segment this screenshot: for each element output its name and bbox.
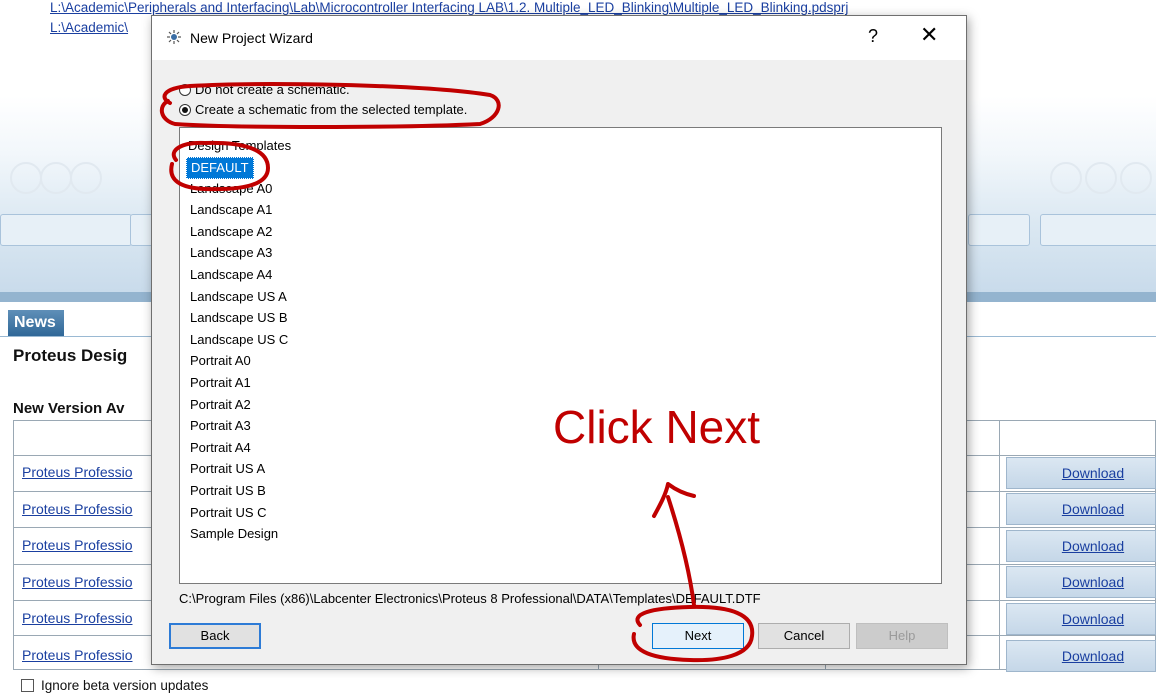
help-button[interactable]: Help xyxy=(856,623,948,649)
product-link[interactable]: Proteus Professio xyxy=(22,464,133,480)
help-icon[interactable]: ? xyxy=(868,26,878,47)
template-schematic-option[interactable]: Create a schematic from the selected tem… xyxy=(179,102,467,117)
wizard-icon xyxy=(167,30,181,44)
new-project-wizard-dialog: New Project Wizard ? ✕ Do not create a s… xyxy=(151,15,967,665)
template-item[interactable]: Landscape A3 xyxy=(188,243,274,263)
download-button[interactable]: Download xyxy=(1006,640,1156,672)
new-version-heading: New Version Av xyxy=(13,400,125,417)
template-item[interactable]: Portrait US B xyxy=(188,481,268,501)
dialog-title: New Project Wizard xyxy=(190,30,313,46)
template-item[interactable]: Sample Design xyxy=(188,524,280,544)
ignore-beta-option[interactable]: Ignore beta version updates xyxy=(21,678,208,693)
template-item[interactable]: Landscape US C xyxy=(188,330,290,350)
click-next-callout: Click Next xyxy=(553,401,761,453)
download-button[interactable]: Download xyxy=(1006,566,1156,598)
template-item[interactable]: DEFAULT xyxy=(186,157,254,179)
template-item[interactable]: Portrait A4 xyxy=(188,438,253,458)
template-item[interactable]: Landscape A2 xyxy=(188,222,274,242)
template-item[interactable]: Landscape A0 xyxy=(188,179,274,199)
no-schematic-label: Do not create a schematic. xyxy=(195,82,350,97)
ignore-beta-checkbox[interactable] xyxy=(21,679,34,692)
product-link[interactable]: Proteus Professio xyxy=(22,501,133,517)
dialog-titlebar[interactable]: New Project Wizard ? ✕ xyxy=(152,16,966,60)
template-item[interactable]: Landscape US B xyxy=(188,308,290,328)
template-item[interactable]: Landscape US A xyxy=(188,287,289,307)
cancel-button[interactable]: Cancel xyxy=(758,623,850,649)
download-button[interactable]: Download xyxy=(1006,493,1156,525)
template-item[interactable]: Portrait US C xyxy=(188,503,269,523)
template-item[interactable]: Portrait A0 xyxy=(188,351,253,371)
download-button[interactable]: Download xyxy=(1006,457,1156,489)
template-item[interactable]: Portrait A1 xyxy=(188,373,253,393)
template-item[interactable]: Landscape A1 xyxy=(188,200,274,220)
no-schematic-radio[interactable] xyxy=(179,83,191,96)
template-schematic-radio[interactable] xyxy=(179,103,191,116)
close-icon[interactable]: ✕ xyxy=(920,22,938,48)
product-link[interactable]: Proteus Professio xyxy=(22,574,133,590)
template-list[interactable]: Design Templates DEFAULT Landscape A0 Land… xyxy=(179,127,942,584)
product-link[interactable]: Proteus Professio xyxy=(22,537,133,553)
product-link[interactable]: Proteus Professio xyxy=(22,647,133,663)
ignore-beta-label: Ignore beta version updates xyxy=(41,678,209,693)
download-button[interactable]: Download xyxy=(1006,603,1156,635)
template-item[interactable]: Portrait US A xyxy=(188,459,267,479)
back-button[interactable]: Back xyxy=(169,623,261,649)
news-tab[interactable]: News xyxy=(8,310,64,336)
no-schematic-option[interactable]: Do not create a schematic. xyxy=(179,82,350,97)
template-item[interactable]: Landscape A4 xyxy=(188,265,274,285)
recent-project-link-2[interactable]: L:\Academic\ xyxy=(50,20,128,35)
next-button[interactable]: Next xyxy=(652,623,744,649)
template-schematic-label: Create a schematic from the selected tem… xyxy=(195,102,468,117)
template-path: C:\Program Files (x86)\Labcenter Electro… xyxy=(179,591,761,606)
proteus-design-heading: Proteus Desig xyxy=(13,346,128,365)
product-link[interactable]: Proteus Professio xyxy=(22,610,133,626)
template-item[interactable]: Portrait A3 xyxy=(188,416,253,436)
recent-project-link-1[interactable]: L:\Academic\Peripherals and Interfacing\… xyxy=(50,0,848,15)
template-item[interactable]: Portrait A2 xyxy=(188,395,253,415)
download-button[interactable]: Download xyxy=(1006,530,1156,562)
template-list-header: Design Templates xyxy=(188,138,292,153)
